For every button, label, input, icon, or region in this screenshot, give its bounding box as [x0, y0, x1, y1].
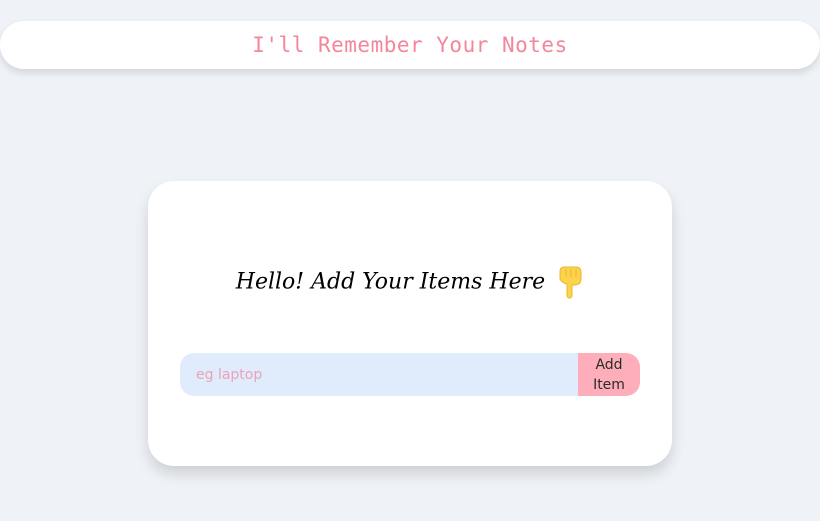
- app-page: I'll Remember Your Notes Hello! Add Your…: [0, 0, 820, 521]
- item-input[interactable]: [180, 353, 578, 396]
- card-heading: Hello! Add Your Items Here: [148, 265, 672, 299]
- app-title: I'll Remember Your Notes: [252, 33, 568, 57]
- notes-card: Hello! Add Your Items Here Add Item: [148, 181, 672, 466]
- top-header: I'll Remember Your Notes: [0, 21, 820, 69]
- add-item-form: Add Item: [180, 353, 640, 396]
- add-item-button[interactable]: Add Item: [578, 353, 640, 396]
- pointing-down-hand-icon: [559, 266, 582, 299]
- card-heading-text: Hello! Add Your Items Here: [235, 269, 546, 295]
